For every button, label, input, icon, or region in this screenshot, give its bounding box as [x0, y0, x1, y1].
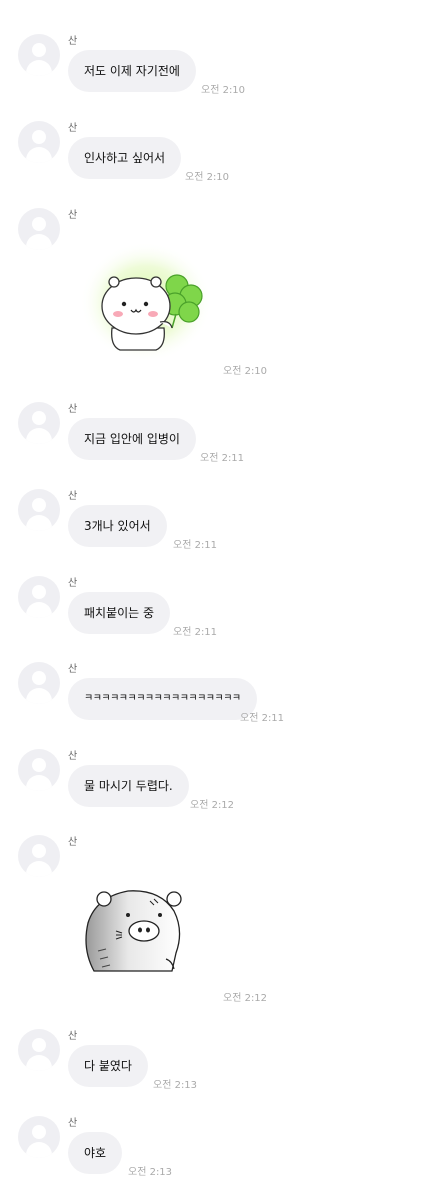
avatar[interactable] — [18, 489, 60, 531]
message-time: 오전 2:12 — [190, 800, 235, 811]
message-bubble[interactable]: 야호 — [68, 1132, 123, 1174]
message-bubble[interactable]: 패치붙이는 중 — [68, 592, 171, 634]
avatar[interactable] — [18, 121, 60, 163]
sender-name: 산 — [68, 751, 78, 762]
sender-name: 산 — [68, 404, 78, 415]
sender-name: 산 — [68, 1118, 78, 1129]
message-time: 오전 2:10 — [185, 172, 230, 183]
message-bubble[interactable]: 저도 이제 자기전에 — [68, 50, 196, 92]
avatar[interactable] — [18, 576, 60, 618]
message-bubble[interactable]: ㅋㅋㅋㅋㅋㅋㅋㅋㅋㅋㅋㅋㅋㅋㅋㅋㅋㅋ — [68, 678, 257, 720]
avatar[interactable] — [18, 208, 60, 250]
message-time: 오전 2:11 — [240, 713, 285, 724]
avatar[interactable] — [18, 1029, 60, 1071]
message-time: 오전 2:11 — [173, 540, 218, 551]
message-bubble[interactable]: 3개나 있어서 — [68, 505, 167, 547]
avatar[interactable] — [18, 749, 60, 791]
sender-name: 산 — [68, 664, 78, 675]
message-time: 오전 2:11 — [173, 627, 218, 638]
message-time: 오전 2:10 — [201, 85, 246, 96]
sender-name: 산 — [68, 210, 78, 221]
avatar[interactable] — [18, 402, 60, 444]
message-time: 오전 2:13 — [128, 1167, 173, 1178]
message-bubble[interactable]: 다 붙였다 — [68, 1045, 148, 1087]
message-bubble[interactable]: 물 마시기 두렵다. — [68, 765, 189, 807]
sender-name: 산 — [68, 1031, 78, 1042]
avatar[interactable] — [18, 34, 60, 76]
sender-name: 산 — [68, 578, 78, 589]
message-time: 오전 2:12 — [223, 993, 268, 1004]
message-time: 오전 2:11 — [200, 453, 245, 464]
message-bubble[interactable]: 지금 입안에 입병이 — [68, 418, 196, 460]
avatar[interactable] — [18, 1116, 60, 1158]
avatar[interactable] — [18, 662, 60, 704]
avatar[interactable] — [18, 835, 60, 877]
message-time: 오전 2:13 — [153, 1080, 198, 1091]
sender-name: 산 — [68, 123, 78, 134]
message-bubble[interactable]: 인사하고 싶어서 — [68, 137, 182, 179]
sender-name: 산 — [68, 36, 78, 47]
clover-bear-sticker[interactable] — [76, 236, 216, 366]
sender-name: 산 — [68, 837, 78, 848]
scared-bear-sticker[interactable] — [76, 879, 196, 979]
message-time: 오전 2:10 — [223, 366, 268, 377]
sender-name: 산 — [68, 491, 78, 502]
